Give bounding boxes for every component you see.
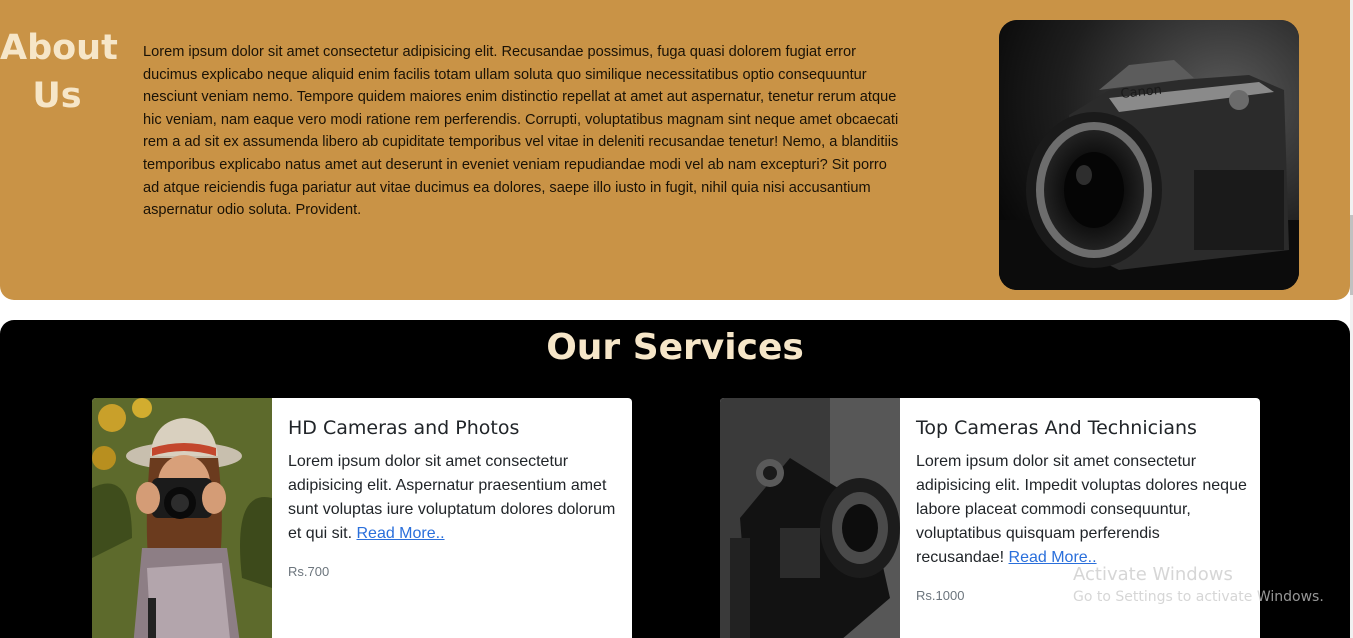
services-title: Our Services	[546, 327, 804, 368]
service-card: HD Cameras and Photos Lorem ipsum dolor …	[92, 398, 632, 638]
camera-photo-icon: Canon	[999, 20, 1299, 290]
service-card-body: HD Cameras and Photos Lorem ipsum dolor …	[288, 414, 620, 579]
about-title: About Us	[0, 24, 118, 120]
service-card-description: Lorem ipsum dolor sit amet consectetur a…	[288, 453, 616, 542]
service-card-title: HD Cameras and Photos	[288, 417, 520, 439]
read-more-link[interactable]: Read More..	[356, 525, 444, 542]
about-camera-image: Canon	[999, 20, 1299, 290]
watermark-title: Activate Windows	[1073, 564, 1233, 585]
camera-photo-icon	[720, 398, 900, 638]
service-card-image	[720, 398, 900, 638]
about-title-line1: About	[0, 28, 118, 68]
about-paragraph: Lorem ipsum dolor sit amet consectetur a…	[143, 44, 899, 219]
service-card-text: Lorem ipsum dolor sit amet consectetur a…	[288, 450, 620, 546]
watermark-subtitle: Go to Settings to activate Windows.	[1073, 589, 1324, 605]
photographer-photo-icon	[92, 398, 272, 638]
service-card-title: Top Cameras And Technicians	[916, 417, 1197, 439]
service-card-price: Rs.700	[288, 564, 330, 579]
activate-windows-watermark: Activate Windows Go to Settings to activ…	[1073, 563, 1324, 607]
about-title-line2: Us	[32, 76, 82, 116]
service-card-text: Lorem ipsum dolor sit amet consectetur a…	[916, 450, 1248, 570]
service-card-image	[92, 398, 272, 638]
about-section: About Us Lorem ipsum dolor sit amet cons…	[0, 0, 1350, 300]
